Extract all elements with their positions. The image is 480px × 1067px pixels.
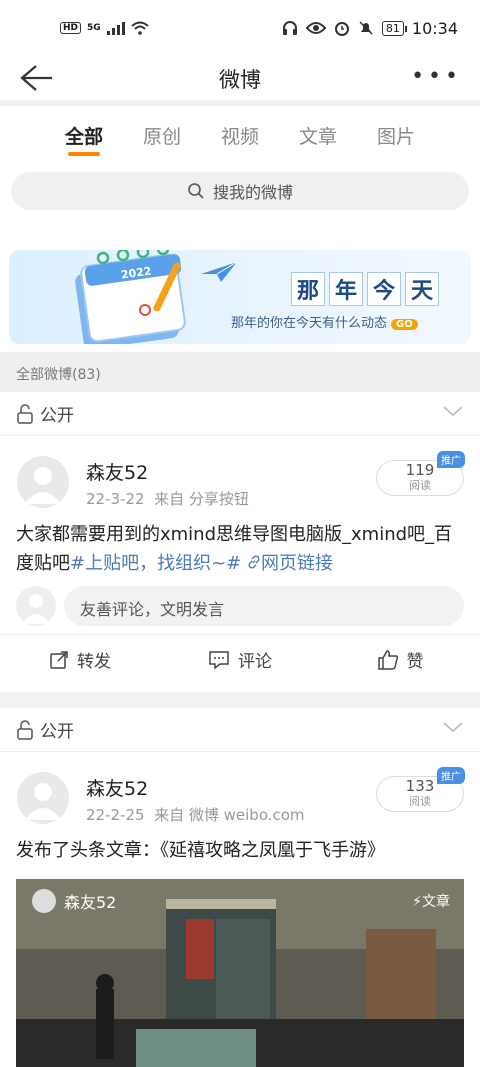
status-right: 81 10:34	[282, 19, 458, 38]
search-icon	[188, 183, 204, 199]
post-card: 公开 森友52 22-2-25 来自 微博 weibo.com 推广 133 阅…	[0, 708, 480, 1067]
promote-badge[interactable]: 推广	[437, 767, 465, 784]
on-this-day-banner[interactable]: 2022 那 年 今 天 那年的你在今天有什么动态 GO	[9, 250, 471, 344]
filter-tabs: 全部 原创 视频 文章 图片	[0, 106, 480, 164]
banner-char: 天	[405, 272, 439, 306]
like-button[interactable]: 赞	[320, 635, 480, 684]
repost-icon	[50, 650, 68, 669]
read-label: 阅读	[409, 479, 431, 492]
tab-all[interactable]: 全部	[45, 106, 123, 164]
go-button[interactable]: GO	[391, 319, 418, 330]
page-title: 微博	[219, 68, 261, 92]
read-count-badge[interactable]: 推广 133 阅读	[376, 767, 465, 812]
banner-container: 2022 那 年 今 天 那年的你在今天有什么动态 GO	[0, 220, 480, 352]
status-left: HD 5G	[60, 21, 149, 35]
web-link[interactable]: 网页链接	[247, 553, 333, 574]
read-count-badge[interactable]: 推广 119 阅读	[376, 451, 465, 496]
battery-indicator: 81	[381, 20, 407, 36]
unlock-icon	[17, 719, 33, 740]
tab-image[interactable]: 图片	[357, 106, 435, 164]
post-source: 来自 分享按钮	[154, 490, 249, 508]
media-author: 森友52	[32, 889, 116, 913]
more-options-icon[interactable]: •••	[411, 64, 462, 89]
post-actions: 转发 评论 赞	[0, 634, 480, 684]
banner-title: 那 年 今 天	[291, 272, 439, 306]
visibility-label: 公开	[40, 722, 74, 742]
like-label: 赞	[406, 652, 424, 672]
post-text: 大家都需要用到的xmind思维导图电脑版_xmind吧_百度贴吧#上贴吧，找组织…	[0, 520, 480, 578]
tab-video[interactable]: 视频	[201, 106, 279, 164]
repost-button[interactable]: 转发	[0, 635, 160, 684]
mute-icon	[359, 21, 373, 35]
wifi-icon	[131, 21, 149, 35]
visibility-label: 公开	[40, 406, 74, 426]
article-cover-image[interactable]: 森友52 ⚡文章	[16, 879, 464, 1067]
hashtag-link[interactable]: #上贴吧，找组织~#	[70, 553, 241, 574]
post-date: 22-2-25	[86, 806, 145, 824]
tab-original[interactable]: 原创	[123, 106, 201, 164]
visibility-row[interactable]: 公开	[0, 392, 480, 436]
post-header: 森友52 22-3-22 来自 分享按钮 推广 119 阅读	[0, 436, 480, 520]
media-username: 森友52	[64, 893, 117, 912]
commenter-avatar	[16, 586, 56, 626]
post-header: 森友52 22-2-25 来自 微博 weibo.com 推广 133 阅读	[0, 752, 480, 836]
post-text: 发布了头条文章：《延禧攻略之凤凰于飞手游》	[16, 840, 385, 861]
read-label: 阅读	[409, 795, 431, 808]
banner-subtitle: 那年的你在今天有什么动态 GO	[231, 312, 418, 331]
comment-button[interactable]: 评论	[160, 635, 320, 684]
username[interactable]: 森友52	[86, 774, 148, 801]
status-bar: HD 5G 81 10:34	[0, 0, 480, 56]
web-link-label: 网页链接	[260, 553, 333, 574]
chevron-down-icon[interactable]	[442, 404, 464, 418]
visibility-row[interactable]: 公开	[0, 708, 480, 752]
unlock-icon	[17, 403, 33, 424]
post-meta: 22-3-22 来自 分享按钮	[86, 488, 249, 509]
banner-char: 今	[367, 272, 401, 306]
link-icon	[248, 555, 260, 569]
username[interactable]: 森友52	[86, 458, 148, 485]
comment-input[interactable]: 友善评论，文明发言	[64, 586, 464, 626]
search-input[interactable]: 搜我的微博	[11, 172, 469, 210]
media-avatar	[32, 889, 56, 913]
comment-row: 友善评论，文明发言	[0, 578, 480, 634]
eye-icon	[305, 22, 326, 34]
nav-bar: 微博 •••	[0, 56, 480, 100]
comment-icon	[209, 650, 229, 670]
post-card: 公开 森友52 22-3-22 来自 分享按钮 推广 119 阅读 大家都需要用…	[0, 392, 480, 692]
network-type: 5G	[87, 23, 101, 33]
tab-article[interactable]: 文章	[279, 106, 357, 164]
banner-subtitle-text: 那年的你在今天有什么动态	[231, 316, 388, 331]
chevron-down-icon[interactable]	[442, 720, 464, 734]
search-container: 搜我的微博	[0, 164, 480, 220]
signal-icon	[106, 21, 125, 35]
article-badge: ⚡文章	[412, 894, 450, 910]
avatar[interactable]	[17, 456, 69, 508]
banner-char: 年	[329, 272, 363, 306]
repost-label: 转发	[77, 652, 111, 672]
avatar[interactable]	[17, 772, 69, 824]
search-placeholder: 搜我的微博	[212, 183, 293, 202]
alarm-icon	[334, 22, 349, 36]
promote-badge[interactable]: 推广	[437, 451, 465, 468]
hd-icon: HD	[60, 22, 82, 34]
comment-label: 评论	[238, 652, 272, 672]
post-meta: 22-2-25 来自 微博 weibo.com	[86, 804, 305, 825]
clock: 10:34	[411, 18, 458, 38]
article-badge-label: 文章	[422, 894, 450, 910]
paper-plane-icon	[201, 261, 238, 282]
post-date: 22-3-22	[86, 490, 145, 508]
post-count-label: 全部微博(83)	[0, 352, 480, 392]
headphones-icon	[282, 21, 297, 35]
thumbs-up-icon	[377, 649, 398, 670]
banner-char: 那	[291, 272, 325, 306]
post-source: 来自 微博 weibo.com	[154, 806, 305, 824]
